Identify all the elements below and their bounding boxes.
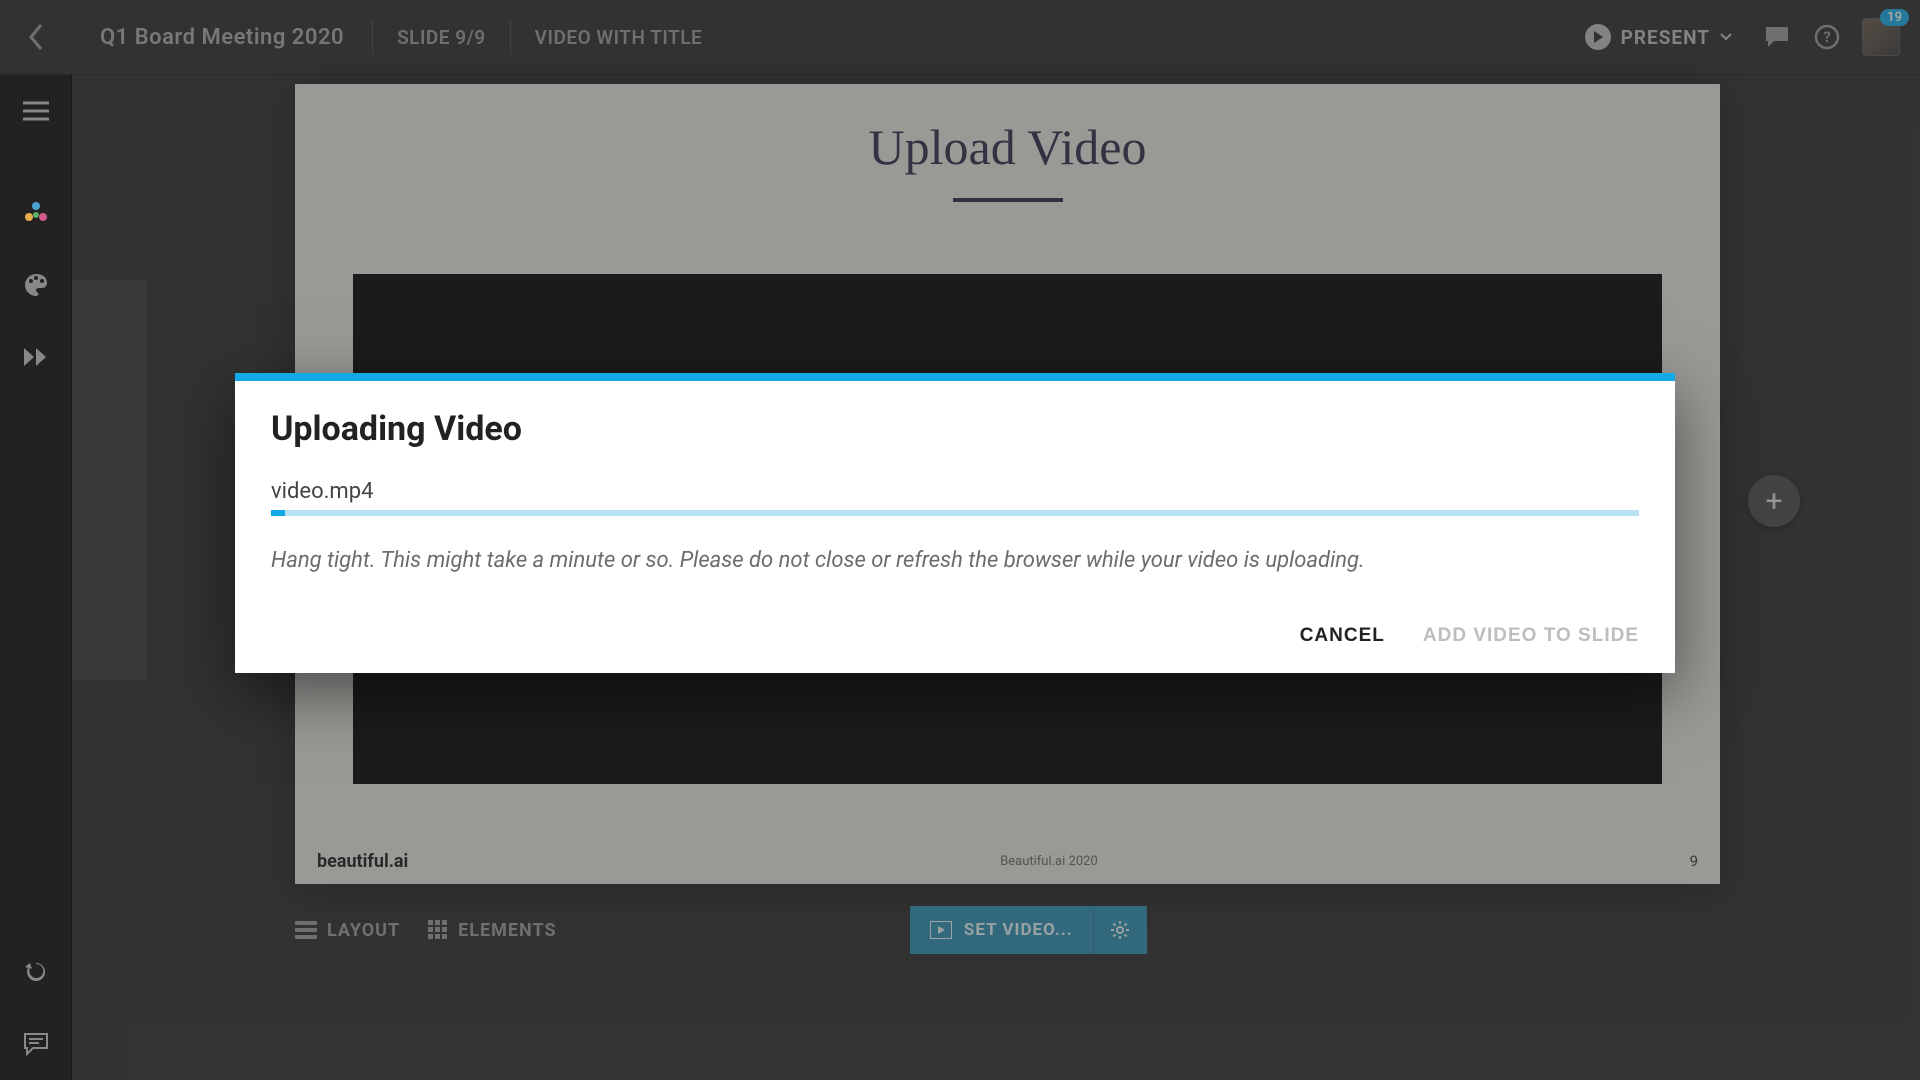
upload-progress-fill bbox=[271, 510, 285, 516]
hamburger-icon bbox=[23, 101, 49, 121]
history-button[interactable] bbox=[0, 936, 72, 1008]
upload-video-modal: Uploading Video video.mp4 Hang tight. Th… bbox=[235, 373, 1675, 673]
upload-filename: video.mp4 bbox=[271, 479, 1639, 504]
cancel-button[interactable]: CANCEL bbox=[1300, 625, 1385, 647]
notes-button[interactable] bbox=[0, 1008, 72, 1080]
fast-forward-icon bbox=[22, 346, 50, 368]
modal-actions: CANCEL ADD VIDEO TO SLIDE bbox=[271, 625, 1639, 647]
theme-button[interactable] bbox=[0, 177, 72, 249]
modal-title: Uploading Video bbox=[271, 409, 1639, 449]
add-video-to-slide-button[interactable]: ADD VIDEO TO SLIDE bbox=[1423, 625, 1639, 647]
menu-button[interactable] bbox=[0, 75, 72, 147]
left-rail bbox=[0, 75, 72, 1080]
history-icon bbox=[23, 959, 49, 985]
upload-hint: Hang tight. This might take a minute or … bbox=[271, 546, 1639, 577]
upload-progress-bar bbox=[271, 510, 1639, 516]
animate-button[interactable] bbox=[0, 321, 72, 393]
notes-icon bbox=[23, 1032, 49, 1056]
dots-icon bbox=[22, 199, 50, 227]
palette-icon bbox=[22, 271, 50, 299]
style-button[interactable] bbox=[0, 249, 72, 321]
